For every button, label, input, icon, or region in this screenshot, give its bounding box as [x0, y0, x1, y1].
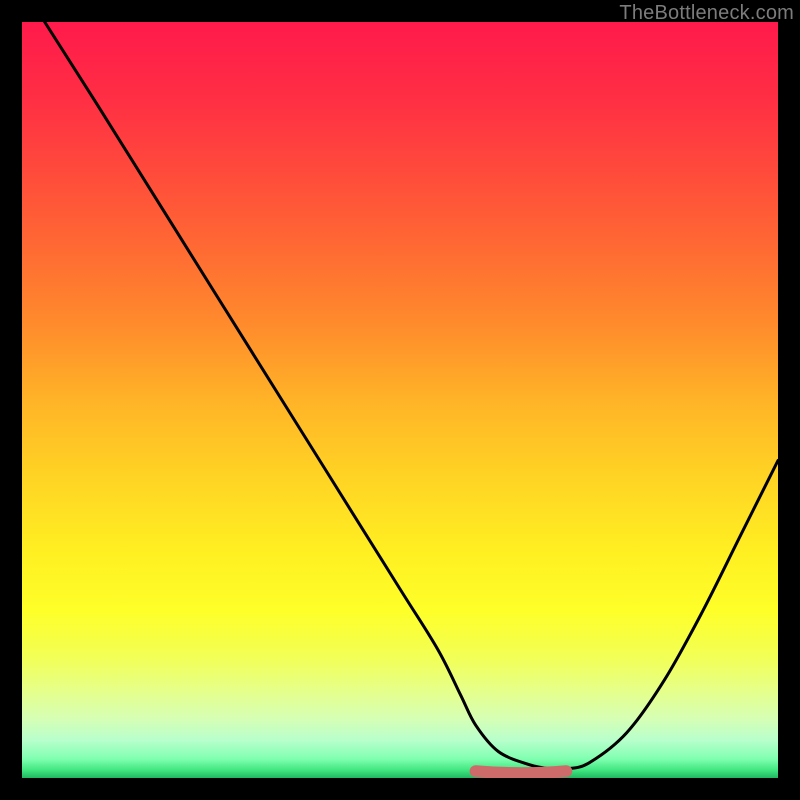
chart-container: TheBottleneck.com — [0, 0, 800, 800]
plot-area — [22, 22, 778, 778]
bottleneck-curve — [22, 22, 778, 778]
watermark-text: TheBottleneck.com — [619, 2, 794, 25]
